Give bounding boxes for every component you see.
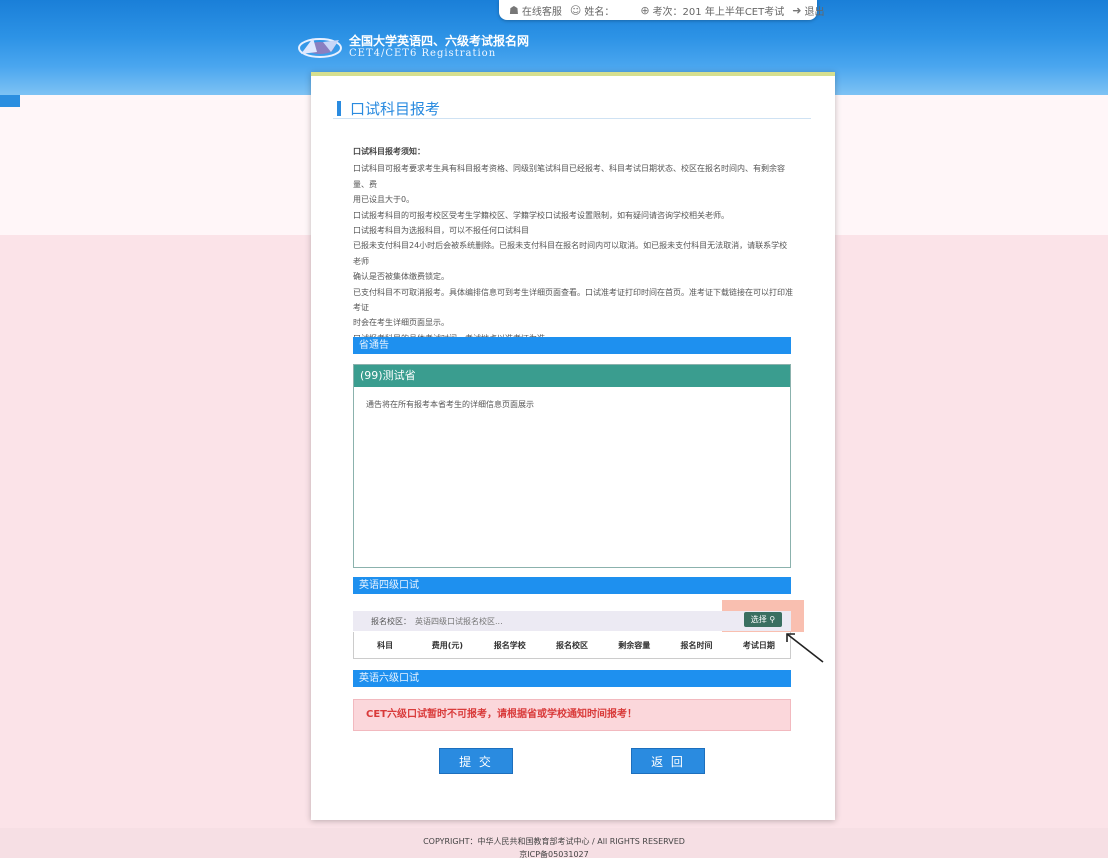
footer-copyright: COPYRIGHT：中华人民共和国教育部考试中心 / All RIGHTS RE…	[423, 837, 685, 846]
back-button[interactable]: 返 回	[631, 748, 705, 774]
province-notice-text: 通告将在所有报考本省考生的详细信息页面展示	[366, 400, 534, 409]
notice-heading: 口试科目报考须知：	[353, 147, 425, 156]
user-name-label: 姓名：	[584, 6, 615, 18]
user-icon: ☺	[569, 3, 582, 17]
select-school-button[interactable]: 选择 ⚲	[744, 612, 782, 627]
notice-line: 时会在考生详细页面显示。	[353, 318, 449, 328]
globe-icon: ⊕	[640, 3, 650, 17]
select-label: 选择	[750, 615, 767, 624]
column-header: 报名时间	[680, 640, 713, 650]
exam-session-label: 考次：201 年上半年CET考试	[652, 6, 785, 18]
school-label: 报名校区：	[371, 616, 411, 626]
logo-title-cn: 全国大学英语四、六级考试报名网	[349, 34, 530, 48]
header-strip-accent	[0, 95, 20, 107]
title-divider	[333, 118, 811, 119]
online-service-label: 在线客服	[521, 6, 562, 18]
notice-line: 用已设且大于0。	[353, 195, 415, 205]
notice-line: 确认是否被集体缴费锁定。	[353, 272, 449, 282]
column-header: 费用(元)	[431, 640, 464, 650]
province-notice-box: (99)测试省 通告将在所有报考本省考生的详细信息页面展示	[353, 364, 791, 568]
school-input[interactable]	[415, 614, 791, 628]
logout-link[interactable]: ➜ 退出	[792, 3, 824, 18]
search-icon: ⚲	[769, 615, 776, 624]
column-header: 报名校区	[555, 640, 588, 650]
page-title-text: 口试科目报考	[350, 100, 441, 118]
user-bar: ☗ 在线客服 ☺ 姓名： ⊕ 考次：201 年上半年CET考试 ➜ 退出	[499, 0, 824, 20]
exam-session: ⊕ 考次：201 年上半年CET考试	[640, 3, 784, 18]
notice-line: 已报未支付科目24小时后会被系统删除。已报未支付科目在报名时间内可以取消。如已报…	[353, 241, 788, 266]
registration-notice: 口试科目报考须知： 口试科目可报考要求考生具有科目报考资格、同级别笔试科目已经报…	[353, 144, 793, 346]
column-header: 科目	[377, 640, 394, 650]
notice-line: 口试报考科目的可报考校区受考生学籍校区、学籍学校口试报考设置限制，如有疑问请咨询…	[353, 210, 729, 220]
logout-label: 退出	[804, 6, 825, 18]
column-header: 报名学校	[493, 640, 526, 650]
pointer-arrow-icon	[786, 633, 824, 663]
footer-icp: 京ICP备05031027	[519, 850, 589, 858]
main-card: 口试科目报考 口试科目报考须知： 口试科目可报考要求考生具有科目报考资格、同级别…	[311, 72, 835, 820]
cet6-oral-section-bar: 英语六级口试	[353, 670, 791, 687]
cet6-warning: CET六级口试暂时不可报考，请根据省或学校通知时间报考！	[353, 699, 791, 731]
cet-logo-icon	[297, 34, 343, 60]
cet4-oral-section-bar: 英语四级口试	[353, 577, 791, 594]
headset-icon: ☗	[509, 3, 519, 17]
online-service-link[interactable]: ☗ 在线客服	[509, 3, 562, 18]
user-name: ☺ 姓名：	[570, 3, 614, 18]
page-title: 口试科目报考	[337, 98, 440, 119]
submit-button[interactable]: 提 交	[439, 748, 513, 774]
province-name: (99)测试省	[354, 365, 790, 387]
notice-line: 已支付科目不可取消报考。具体编排信息可到考生详细页面查看。口试准考证打印时间在首…	[353, 287, 793, 313]
notice-line: 口试报考科目为选报科目，可以不报任何口试科目	[353, 226, 529, 236]
notice-line: 口试科目可报考要求考生具有科目报考资格、同级别笔试科目已经报考、科目考试日期状态…	[353, 164, 785, 189]
province-notice-bar: 省通告	[353, 337, 791, 354]
column-header: 剩余容量	[618, 640, 651, 650]
logo-title-en: CET4/CET6 Registration	[349, 48, 497, 59]
site-logo[interactable]: 全国大学英语四、六级考试报名网 CET4/CET6 Registration	[297, 34, 529, 60]
title-accent-bar	[337, 101, 341, 116]
cet4-table-header: 科目 费用(元) 报名学校 报名校区 剩余容量 报名时间 考试日期	[353, 632, 791, 659]
logout-icon: ➜	[792, 3, 802, 17]
school-select-row: 报名校区：	[353, 611, 791, 631]
